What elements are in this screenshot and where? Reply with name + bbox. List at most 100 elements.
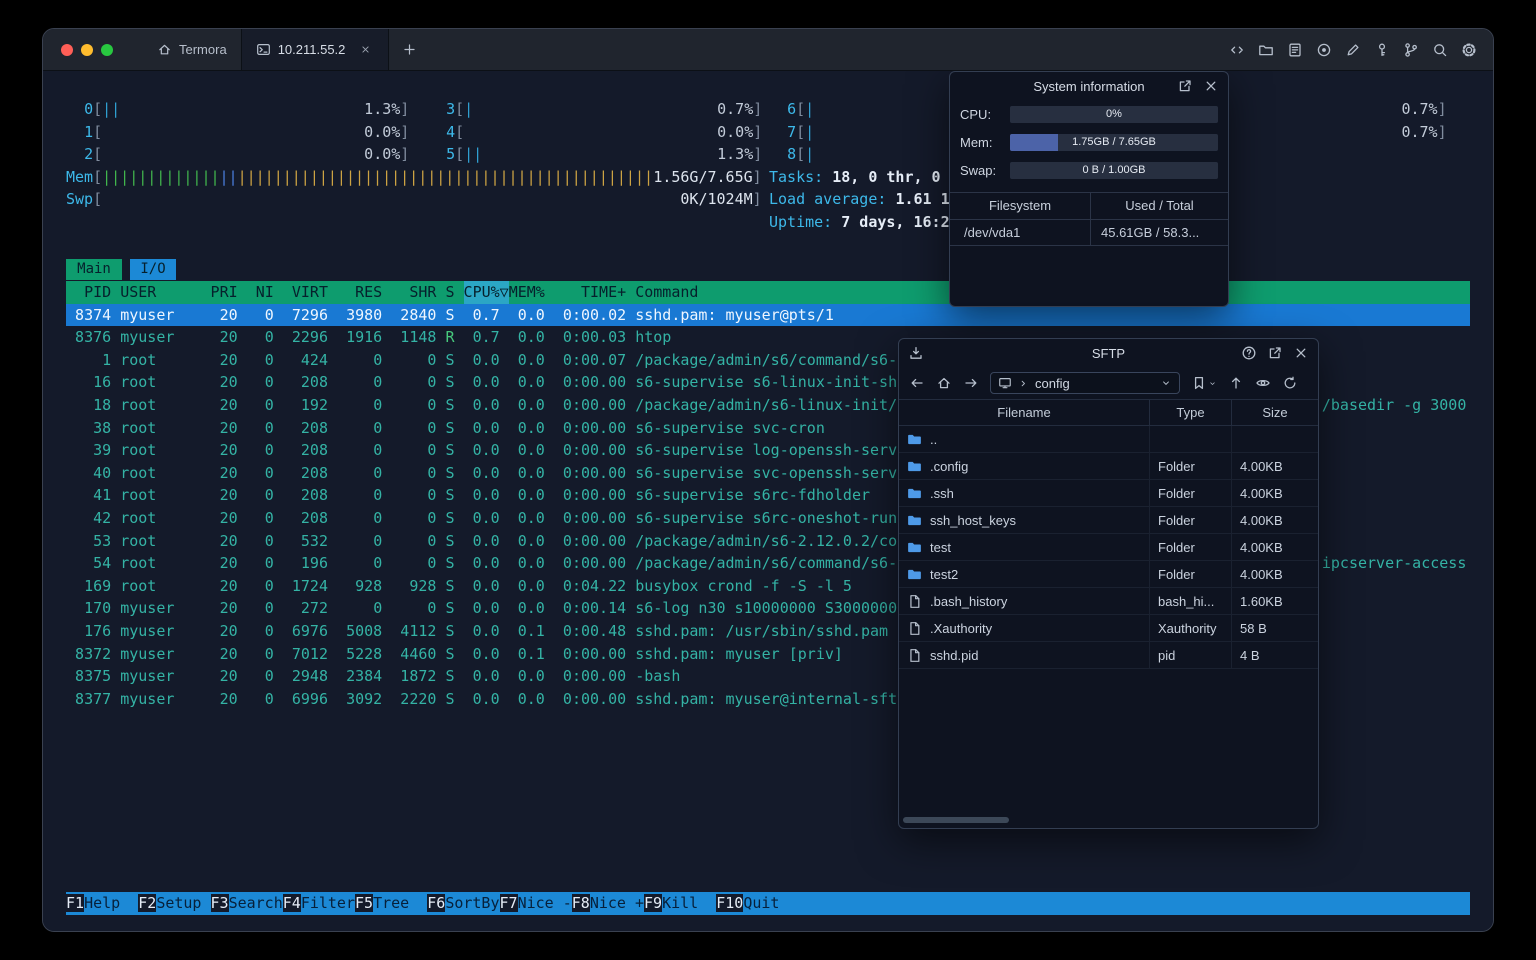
- meter-value: 0%: [1106, 107, 1122, 120]
- file-row--ssh[interactable]: .ssh Folder 4.00KB: [899, 480, 1318, 507]
- column-header-pid[interactable]: PID: [66, 281, 111, 304]
- file-table-header[interactable]: Filename Type Size: [899, 399, 1318, 426]
- scrollbar-thumb[interactable]: [903, 817, 1009, 823]
- file-row--xauthority[interactable]: .Xauthority Xauthority 58 B: [899, 615, 1318, 642]
- column-header-ni[interactable]: NI: [247, 281, 274, 304]
- column-header-time[interactable]: TIME+: [554, 281, 626, 304]
- process-row-8374[interactable]: 8374 myuser 20 0 7296 3980 2840 S 0.7 0.0 0:00.02 s…: [66, 303, 1470, 327]
- system-information-title-bar[interactable]: System information: [950, 72, 1228, 100]
- tab-termora[interactable]: Termora: [143, 29, 241, 70]
- column-header-filename[interactable]: Filename: [899, 400, 1150, 425]
- terminal-icon: [256, 42, 271, 57]
- file-row--config[interactable]: .config Folder 4.00KB: [899, 453, 1318, 480]
- fkey-f6[interactable]: F6SortBy: [427, 894, 500, 912]
- fkey-f7[interactable]: F7Nice -: [499, 894, 572, 912]
- fkey-f4[interactable]: F4Filter: [282, 894, 355, 912]
- cell-pri: 20: [219, 305, 238, 324]
- folder-icon[interactable]: [1258, 42, 1274, 58]
- file-row--[interactable]: ..: [899, 426, 1318, 453]
- fkey-f10[interactable]: F10Quit: [716, 894, 797, 912]
- cell-shr: 0: [427, 509, 437, 527]
- cell-res: 0: [373, 554, 383, 573]
- cell-shr: 0: [427, 463, 437, 482]
- back-button[interactable]: [909, 375, 925, 391]
- file-row-sshd-pid[interactable]: sshd.pid pid 4 B: [899, 642, 1318, 669]
- record-icon[interactable]: [1316, 42, 1332, 58]
- new-tab-button[interactable]: [389, 29, 430, 70]
- settings-icon[interactable]: [1461, 42, 1477, 58]
- cell-mem: 0.0: [517, 463, 545, 482]
- column-header-cpu[interactable]: CPU%▽: [463, 281, 509, 304]
- column-header-mem[interactable]: MEM%: [509, 281, 545, 304]
- cell-pri: 20: [219, 396, 238, 414]
- htop-tab-main[interactable]: Main: [66, 259, 122, 280]
- close-button[interactable]: [61, 43, 73, 56]
- cell-cmd: /package/admin/s6-linux-init/: [635, 396, 898, 414]
- path-dropdown-icon[interactable]: [1160, 377, 1172, 389]
- cell-mem: 0.0: [517, 305, 545, 324]
- search-icon[interactable]: [1432, 42, 1448, 58]
- file-table: .. .config Folder 4.00KB .ssh Folder 4.00KB ssh…: [899, 426, 1318, 669]
- close-icon[interactable]: [1203, 78, 1219, 94]
- tab-close-icon[interactable]: [360, 44, 371, 55]
- cell-cpu: 0.0: [472, 599, 500, 618]
- column-header-virt[interactable]: VIRT: [283, 281, 328, 304]
- column-header-s[interactable]: S: [445, 281, 454, 304]
- column-header-user[interactable]: USER: [120, 281, 201, 304]
- file-row-test[interactable]: test Folder 4.00KB: [899, 534, 1318, 561]
- help-icon[interactable]: [1241, 345, 1257, 361]
- bookmark-button[interactable]: [1191, 375, 1217, 391]
- minimize-button[interactable]: [81, 43, 93, 56]
- fkey-f8[interactable]: F8Nice +: [571, 894, 644, 912]
- tab-10-211-55-2[interactable]: 10.211.55.2: [240, 29, 389, 70]
- file-row-ssh-host-keys[interactable]: ssh_host_keys Folder 4.00KB: [899, 507, 1318, 534]
- horizontal-scrollbar[interactable]: [901, 817, 1316, 824]
- fkey-f1[interactable]: F1Help: [66, 894, 138, 912]
- cell-cpu: 0.0: [472, 441, 500, 460]
- zoom-button[interactable]: [101, 43, 113, 56]
- htop-tab-i-o[interactable]: I/O: [130, 259, 176, 280]
- column-header-res[interactable]: RES: [337, 281, 382, 304]
- open-in-window-icon[interactable]: [1267, 345, 1283, 361]
- file-type: Folder: [1150, 534, 1232, 560]
- titlebar[interactable]: Termora 10.211.55.2: [43, 29, 1493, 71]
- close-icon[interactable]: [1293, 345, 1309, 361]
- sftp-title-bar[interactable]: SFTP: [899, 339, 1318, 367]
- forward-button[interactable]: [963, 375, 979, 391]
- edit-icon[interactable]: [1345, 42, 1361, 58]
- code-icon[interactable]: [1229, 42, 1245, 58]
- summary-line: Uptime: 7 days, 16:2: [769, 213, 950, 231]
- column-header-shr[interactable]: SHR: [391, 281, 436, 304]
- tab-label: 10.211.55.2: [277, 42, 346, 57]
- fkey-f9[interactable]: F9Kill: [644, 894, 716, 912]
- file-row-test2[interactable]: test2 Folder 4.00KB: [899, 561, 1318, 588]
- fkey-f3[interactable]: F3Search: [210, 894, 283, 912]
- cell-s: S: [445, 373, 455, 392]
- path-separator-icon: [1018, 378, 1029, 389]
- cell-virt: 208: [300, 373, 328, 392]
- cell-user: root: [120, 509, 157, 527]
- fkey-f5[interactable]: F5Tree: [355, 894, 427, 912]
- process-table-header[interactable]: PID USER PRI NI VIRT RES SHR S CPU%▽ MEM% TIME+ Com…: [66, 281, 1470, 304]
- key-icon[interactable]: [1374, 42, 1390, 58]
- path-combobox[interactable]: config: [990, 372, 1180, 394]
- cell-virt: 196: [300, 554, 328, 573]
- download-icon[interactable]: [908, 345, 924, 361]
- column-header-pri[interactable]: PRI: [211, 281, 238, 304]
- home-button[interactable]: [936, 375, 952, 391]
- log-icon[interactable]: [1287, 42, 1303, 58]
- system-information-panel: System information CPU: 0% Mem: 1.75GB / 7.…: [949, 71, 1229, 307]
- cell-res: 0: [373, 441, 383, 460]
- column-header-size[interactable]: Size: [1232, 400, 1318, 425]
- branch-icon[interactable]: [1403, 42, 1419, 58]
- cell-cmd: /package/admin/s6/command/s6-: [635, 554, 898, 573]
- file-row--bash-history[interactable]: .bash_history bash_hi... 1.60KB: [899, 588, 1318, 615]
- column-header-type[interactable]: Type: [1150, 400, 1232, 425]
- open-in-window-icon[interactable]: [1177, 78, 1193, 94]
- parent-directory-button[interactable]: [1228, 375, 1244, 391]
- fkey-f2[interactable]: F2Setup: [138, 894, 210, 912]
- show-hidden-files-button[interactable]: [1255, 375, 1271, 391]
- cell-pid: 1: [102, 350, 112, 369]
- refresh-button[interactable]: [1282, 375, 1298, 391]
- cell-s: S: [445, 418, 455, 437]
